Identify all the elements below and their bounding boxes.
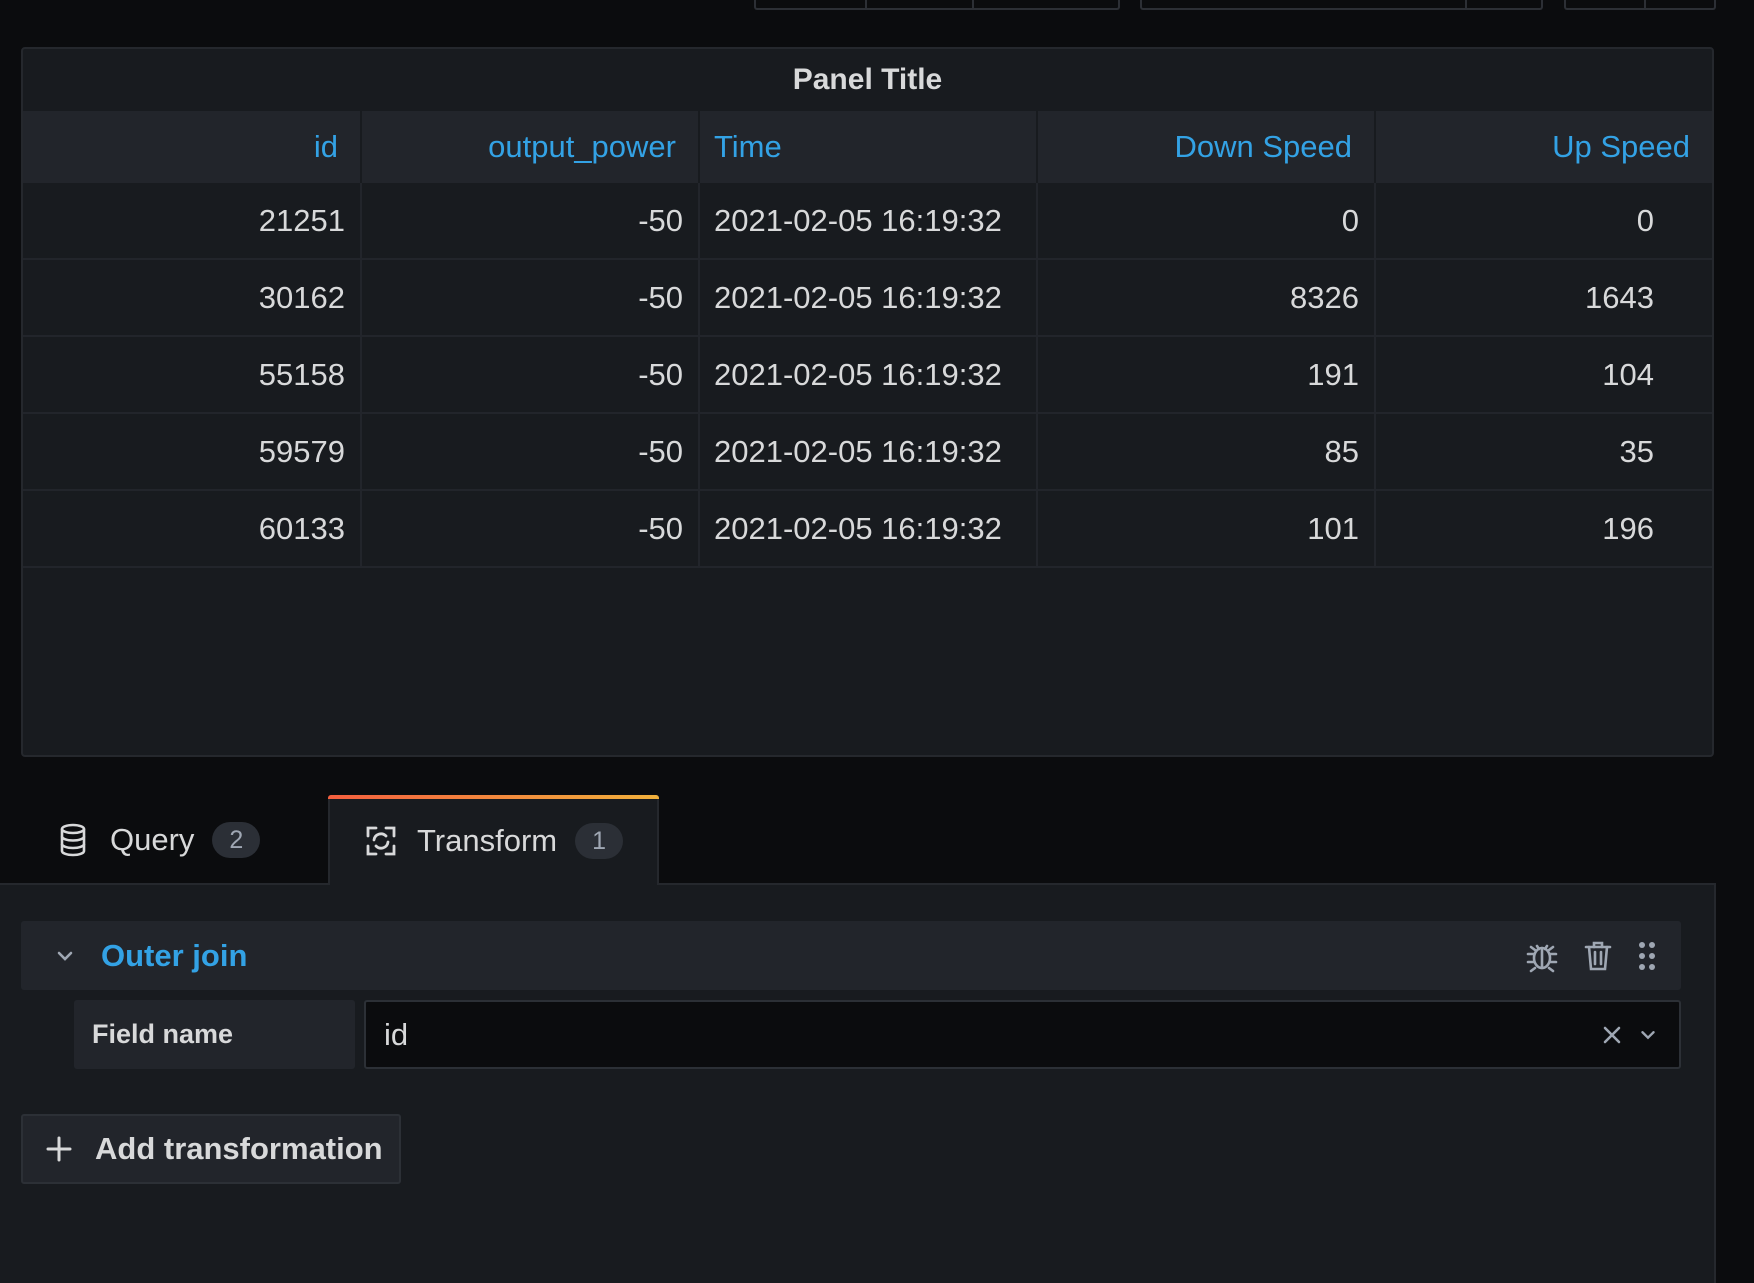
clear-icon[interactable]: [1601, 1024, 1623, 1046]
drag-handle-icon[interactable]: [1637, 940, 1657, 972]
table-header-row: id output_power Time Down Speed Up Speed: [23, 111, 1712, 183]
table-row: 59579 -50 2021-02-05 16:19:32 85 35: [23, 413, 1712, 491]
panel-title[interactable]: Panel Title: [23, 63, 1712, 97]
tab-query[interactable]: Query 2: [58, 795, 288, 885]
transform-icon: [365, 824, 397, 858]
transformation-header[interactable]: Outer join: [21, 921, 1681, 990]
tab-transform[interactable]: Transform 1: [328, 795, 659, 885]
cell-id: 21251: [23, 183, 362, 260]
column-header-id[interactable]: id: [23, 111, 362, 183]
chevron-down-icon[interactable]: [1637, 1024, 1659, 1046]
select-controls: [1601, 1002, 1659, 1067]
toolbar-segment[interactable]: [974, 0, 1118, 8]
cell-down-speed: 8326: [1037, 259, 1376, 337]
trash-icon[interactable]: [1583, 939, 1613, 973]
database-icon: [58, 823, 90, 857]
cell-up-speed: 0: [1375, 183, 1712, 260]
column-header-up-speed[interactable]: Up Speed: [1375, 111, 1712, 183]
transformation-title[interactable]: Outer join: [101, 938, 247, 974]
cell-down-speed: 101: [1037, 490, 1376, 568]
add-transformation-label: Add transformation: [95, 1131, 383, 1166]
toolbar-segment[interactable]: [1566, 0, 1646, 8]
cell-id: 59579: [23, 413, 362, 491]
field-name-select[interactable]: id: [364, 1000, 1681, 1069]
toolbar-segment[interactable]: [1142, 0, 1467, 8]
column-header-output-power[interactable]: output_power: [361, 111, 700, 183]
cell-id: 60133: [23, 490, 362, 568]
toolbar-button-group[interactable]: [1140, 0, 1543, 10]
transformation-actions: [1525, 921, 1657, 990]
query-count-badge: 2: [212, 822, 261, 858]
data-table: id output_power Time Down Speed Up Speed…: [23, 111, 1712, 568]
toolbar-segment[interactable]: [1467, 0, 1541, 8]
table-row: 21251 -50 2021-02-05 16:19:32 0 0: [23, 183, 1712, 260]
table-row: 60133 -50 2021-02-05 16:19:32 101 196: [23, 490, 1712, 568]
toolbar-segment[interactable]: [756, 0, 867, 8]
add-transformation-button[interactable]: Add transformation: [21, 1114, 401, 1184]
chevron-down-icon[interactable]: [53, 944, 77, 968]
cell-time: 2021-02-05 16:19:32: [699, 336, 1038, 414]
table-panel: Panel Title id output_power Time Down Sp…: [21, 47, 1714, 757]
column-header-time[interactable]: Time: [699, 111, 1038, 183]
toolbar-button-group[interactable]: [754, 0, 1120, 10]
table-row: 30162 -50 2021-02-05 16:19:32 8326 1643: [23, 259, 1712, 337]
cell-output-power: -50: [361, 413, 700, 491]
cell-output-power: -50: [361, 183, 700, 260]
toolbar-button-group[interactable]: [1564, 0, 1716, 10]
cell-down-speed: 0: [1037, 183, 1376, 260]
cell-up-speed: 196: [1375, 490, 1712, 568]
toolbar-segment[interactable]: [867, 0, 974, 8]
transform-count-badge: 1: [575, 823, 623, 859]
cell-up-speed: 35: [1375, 413, 1712, 491]
cell-time: 2021-02-05 16:19:32: [699, 413, 1038, 491]
plus-icon: [46, 1136, 72, 1162]
table-row: 55158 -50 2021-02-05 16:19:32 191 104: [23, 336, 1712, 414]
cell-output-power: -50: [361, 336, 700, 414]
field-name-value: id: [384, 1016, 409, 1052]
cell-time: 2021-02-05 16:19:32: [699, 183, 1038, 260]
cell-id: 30162: [23, 259, 362, 337]
cell-output-power: -50: [361, 259, 700, 337]
tab-transform-label: Transform: [417, 823, 558, 858]
column-header-down-speed[interactable]: Down Speed: [1037, 111, 1376, 183]
cell-down-speed: 191: [1037, 336, 1376, 414]
tab-query-label: Query: [110, 822, 195, 857]
cell-time: 2021-02-05 16:19:32: [699, 490, 1038, 568]
cell-down-speed: 85: [1037, 413, 1376, 491]
cell-time: 2021-02-05 16:19:32: [699, 259, 1038, 337]
cell-up-speed: 1643: [1375, 259, 1712, 337]
debug-icon[interactable]: [1525, 939, 1559, 973]
field-name-label: Field name: [74, 1000, 355, 1069]
toolbar-segment[interactable]: [1646, 0, 1714, 8]
cell-output-power: -50: [361, 490, 700, 568]
cell-id: 55158: [23, 336, 362, 414]
cell-up-speed: 104: [1375, 336, 1712, 414]
